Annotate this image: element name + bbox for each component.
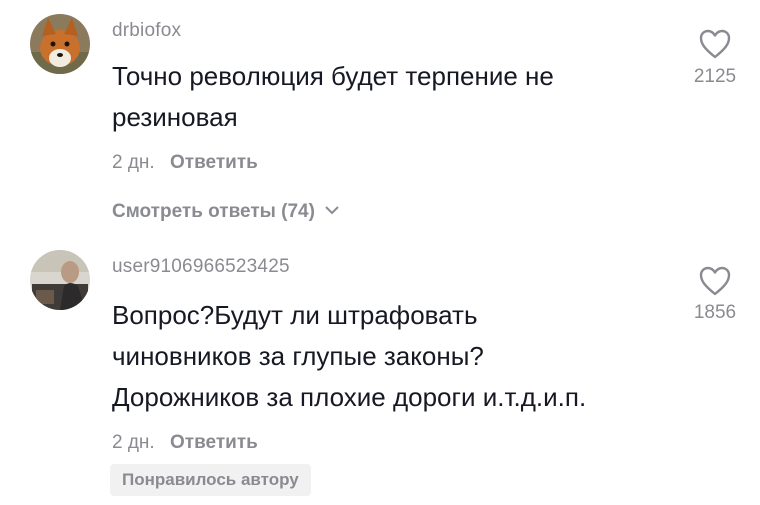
reply-button[interactable]: Ответить [170,432,258,453]
comment-text-line: Дорожников за плохие дороги и.т.д.и.п. [112,382,587,412]
chevron-down-icon [325,206,339,215]
comment-text: Вопрос?Будут ли штрафовать чиновников за… [112,295,586,418]
comment-meta: 2 дн. Ответить [112,152,258,174]
reply-button[interactable]: Ответить [170,152,258,173]
comment-time: 2 дн. [112,432,155,453]
fox-avatar-icon [30,14,90,74]
person-avatar-icon [30,250,90,310]
view-replies-label: Смотреть ответы (74) [112,201,315,222]
comment-text-line: Точно революция будет терпение не [112,61,554,91]
like-count: 1856 [693,302,737,323]
comment-text-line: чиновников за глупые законы? [112,341,484,371]
comment-text: Точно революция будет терпение не резино… [112,56,554,138]
comment-meta: 2 дн. Ответить [112,432,258,454]
like-count: 2125 [693,66,737,87]
avatar[interactable] [30,250,90,310]
liked-by-author-badge: Понравилось автору [110,464,311,496]
username[interactable]: drbiofox [112,20,181,42]
comment-text-line: Вопрос?Будут ли штрафовать [112,300,478,330]
comment-text-line: резиновая [112,102,238,132]
avatar[interactable] [30,14,90,74]
heart-outline-icon[interactable] [698,28,732,60]
view-replies-button[interactable]: Смотреть ответы (74) [112,201,340,223]
username[interactable]: user9106966523425 [112,256,290,278]
comment-time: 2 дн. [112,152,155,173]
heart-outline-icon[interactable] [698,265,732,297]
